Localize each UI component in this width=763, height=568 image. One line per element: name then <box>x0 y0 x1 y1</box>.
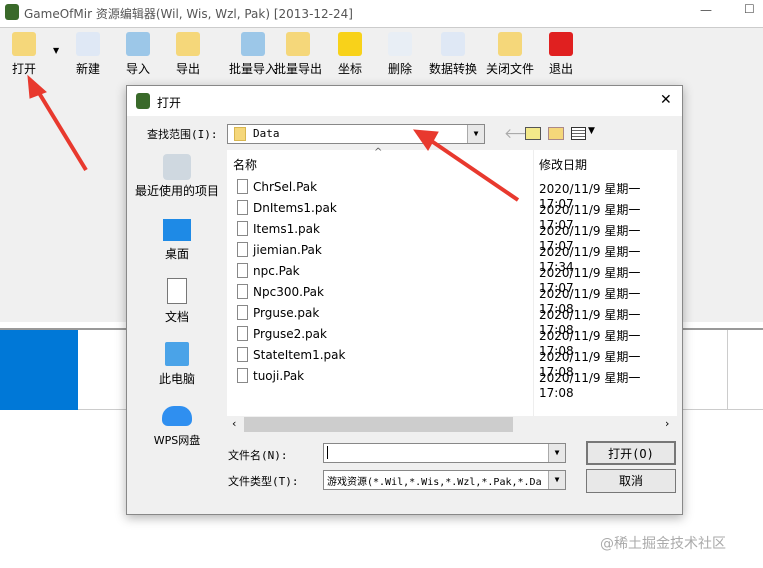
annotation-arrows <box>27 74 520 202</box>
arrow-to-open-button <box>34 86 88 172</box>
watermark: @稀土掘金技术社区 <box>600 536 726 552</box>
arrow-to-look-in <box>428 138 520 202</box>
arrowhead-icon <box>412 129 439 151</box>
arrowhead-icon <box>27 74 47 99</box>
